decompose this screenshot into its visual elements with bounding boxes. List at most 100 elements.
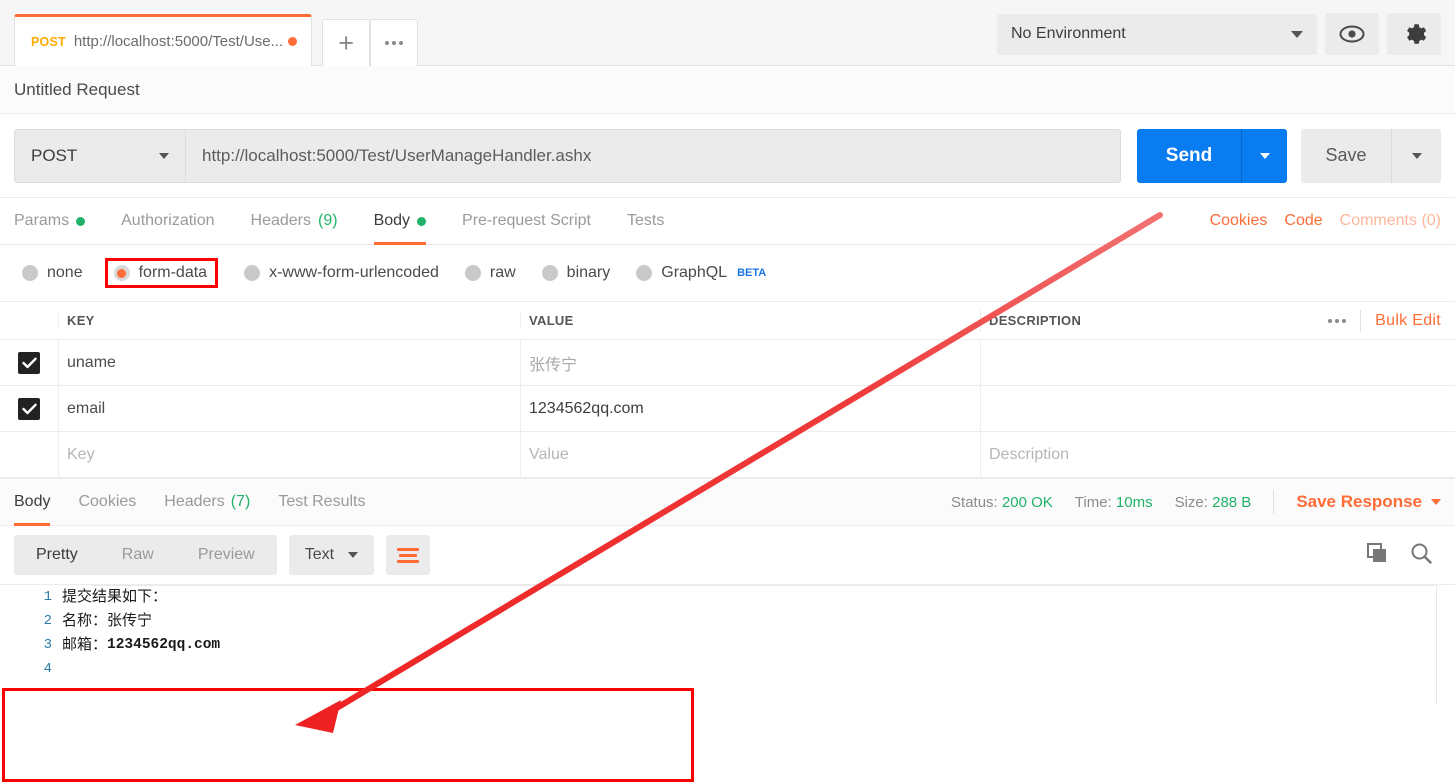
tab-label: Body (373, 212, 411, 229)
tab-label: Pre-request Script (462, 212, 591, 229)
table-header-row: KEY VALUE DESCRIPTION Bulk Edit (0, 302, 1455, 340)
row-value[interactable]: 1234562qq.com (520, 385, 980, 432)
response-tab-test-results[interactable]: Test Results (278, 478, 365, 526)
comments-link[interactable]: Comments (0) (1340, 212, 1441, 230)
row-value[interactable]: 张传宁 (520, 339, 980, 386)
new-tab-button[interactable]: + (322, 19, 371, 66)
line-text-value: 1234562qq.com (107, 637, 221, 653)
tab-label: Cookies (78, 493, 137, 510)
chevron-down-icon (1431, 499, 1441, 505)
response-view-bar: Pretty Raw Preview Text (0, 526, 1455, 584)
chevron-down-icon (159, 152, 169, 159)
tab-label: Tests (626, 212, 665, 229)
divider (92, 585, 1435, 586)
tab-bar: POST http://localhost:5000/Test/Use... +… (0, 0, 1455, 66)
chevron-down-icon (1411, 152, 1422, 159)
table-row[interactable]: uname 张传宁 (0, 339, 1455, 386)
table-row[interactable]: email 1234562qq.com (0, 385, 1455, 432)
body-type-form-data[interactable]: form-data (104, 258, 219, 288)
chevron-down-icon (348, 552, 359, 558)
column-header-value: VALUE (520, 313, 980, 328)
url-input[interactable]: http://localhost:5000/Test/UserManageHan… (186, 128, 1121, 183)
tab-authorization[interactable]: Authorization (121, 198, 214, 245)
unsaved-indicator-icon (288, 37, 298, 46)
line-number: 2 (43, 613, 52, 629)
copy-button[interactable] (1365, 541, 1389, 570)
time-label: Time: (1074, 493, 1112, 511)
response-format-select[interactable]: Text (288, 535, 375, 575)
radio-icon (22, 265, 38, 281)
http-method-select[interactable]: POST (14, 128, 186, 183)
radio-icon (464, 265, 481, 281)
ellipsis-icon (385, 41, 404, 45)
line-text: 名称：张传宁 (62, 612, 153, 629)
divider (1273, 490, 1275, 514)
row-checkbox[interactable] (18, 397, 40, 420)
request-tab[interactable]: POST http://localhost:5000/Test/Use... (14, 14, 313, 66)
search-button[interactable] (1409, 541, 1433, 570)
environment-quick-look-button[interactable] (1325, 13, 1379, 55)
scrollbar-track[interactable] (1436, 585, 1437, 704)
radio-icon (244, 265, 261, 281)
tab-url-label: http://localhost:5000/Test/Use... (73, 33, 284, 50)
radio-icon (636, 265, 653, 281)
tab-headers[interactable]: Headers (9) (251, 198, 338, 245)
body-type-binary[interactable]: binary (541, 264, 610, 282)
response-tab-cookies[interactable]: Cookies (78, 478, 136, 526)
table-row-empty[interactable]: Key Value Description (0, 431, 1455, 478)
send-button[interactable]: Send (1137, 128, 1241, 183)
tab-count: (9) (318, 212, 338, 229)
time-metric: Time: 10ms (1075, 494, 1153, 511)
send-options-button[interactable] (1241, 128, 1287, 183)
save-button[interactable]: Save (1301, 128, 1391, 183)
body-type-raw[interactable]: raw (464, 264, 516, 282)
row-key[interactable]: uname (58, 339, 520, 386)
tab-options-button[interactable] (370, 19, 419, 66)
view-mode-raw[interactable]: Raw (100, 535, 176, 575)
row-description[interactable] (980, 385, 1455, 432)
tab-label: Authorization (121, 212, 215, 229)
response-tab-headers[interactable]: Headers (7) (164, 478, 250, 526)
tab-params[interactable]: Params (14, 198, 86, 245)
wrap-lines-button[interactable] (386, 535, 431, 575)
settings-button[interactable] (1387, 13, 1441, 55)
tab-method-label: POST (31, 34, 66, 49)
body-type-x-www-form-urlencoded[interactable]: x-www-form-urlencoded (244, 264, 439, 282)
tab-tests[interactable]: Tests (627, 198, 664, 245)
response-format-label: Text (304, 546, 335, 563)
radio-label: form-data (138, 264, 208, 281)
status-dot-icon (76, 216, 86, 226)
tab-pre-request-script[interactable]: Pre-request Script (462, 198, 591, 245)
cookies-link[interactable]: Cookies (1210, 212, 1268, 230)
save-options-button[interactable] (1391, 128, 1441, 183)
new-row-value-input[interactable]: Value (520, 431, 980, 478)
new-row-key-input[interactable]: Key (58, 431, 520, 478)
bulk-edit-button[interactable]: Bulk Edit (1375, 312, 1441, 330)
column-header-description: DESCRIPTION (989, 313, 1082, 328)
row-description[interactable] (980, 339, 1455, 386)
code-link[interactable]: Code (1284, 212, 1322, 230)
gear-icon (1407, 24, 1427, 44)
tab-body[interactable]: Body (373, 198, 427, 245)
row-key[interactable]: email (58, 385, 520, 432)
line-number: 1 (43, 589, 52, 605)
beta-badge: BETA (737, 267, 767, 279)
tab-label: Body (14, 493, 51, 510)
response-bar: Body Cookies Headers (7) Test Results St… (0, 478, 1455, 526)
new-row-description-input[interactable]: Description (980, 431, 1455, 478)
view-mode-pretty[interactable]: Pretty (14, 535, 100, 575)
request-title[interactable]: Untitled Request (0, 66, 1455, 114)
body-type-graphql[interactable]: GraphQL BETA (636, 264, 766, 282)
code-line: 2 名称：张传宁 (0, 609, 1455, 633)
response-tab-body[interactable]: Body (14, 478, 51, 526)
body-type-none[interactable]: none (22, 264, 83, 282)
response-body-viewer[interactable]: 1 提交结果如下： 2 名称：张传宁 3 邮箱： 1234562qq.com 4 (0, 584, 1455, 704)
size-metric: Size: 288 B (1175, 494, 1252, 511)
row-checkbox[interactable] (18, 351, 40, 374)
table-options-icon[interactable] (1328, 318, 1347, 323)
tab-label: Test Results (278, 493, 366, 510)
environment-select[interactable]: No Environment (997, 13, 1317, 55)
radio-label: GraphQL (661, 264, 728, 281)
save-response-button[interactable]: Save Response (1296, 492, 1441, 512)
view-mode-preview[interactable]: Preview (176, 535, 277, 575)
